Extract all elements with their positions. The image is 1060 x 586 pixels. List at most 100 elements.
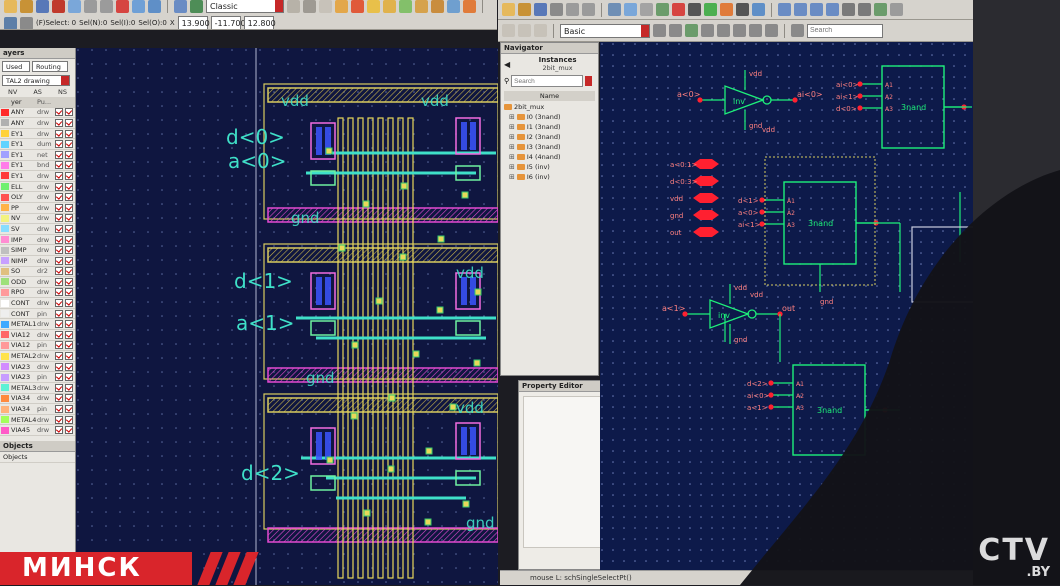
visible-checkbox[interactable]	[55, 246, 63, 255]
selectable-checkbox[interactable]	[65, 246, 73, 255]
zoom-icon[interactable]	[174, 0, 187, 13]
selectable-checkbox[interactable]	[65, 118, 73, 127]
visible-checkbox[interactable]	[55, 161, 63, 170]
properties-icon[interactable]	[148, 0, 161, 13]
selectable-checkbox[interactable]	[65, 193, 73, 202]
layer-row[interactable]: SIMP drw	[0, 245, 75, 256]
circle-icon[interactable]	[518, 24, 531, 37]
lpp-combo[interactable]: TAL2 drawing	[2, 75, 70, 86]
plot-icon[interactable]	[890, 3, 903, 16]
layer-row[interactable]: ODD drw	[0, 277, 75, 288]
tree-instance[interactable]: ⊞ I4 (4nand)	[509, 152, 595, 162]
hierarchy-icon[interactable]	[190, 0, 203, 13]
selectable-checkbox[interactable]	[65, 277, 73, 286]
layout-canvas[interactable]: d<0> a<0> d<1> a<1> d<2> vdd vdd gnd vdd gnd vdd gn…	[76, 48, 498, 585]
layer-row[interactable]: VIA12 pin	[0, 341, 75, 352]
select-icon[interactable]	[502, 24, 515, 37]
visible-checkbox[interactable]	[55, 171, 63, 180]
selectable-checkbox[interactable]	[65, 362, 73, 371]
rotate-icon[interactable]	[656, 3, 669, 16]
layer-row[interactable]: METAL2 drw	[0, 351, 75, 362]
visible-checkbox[interactable]	[55, 426, 63, 435]
delete-icon[interactable]	[116, 0, 129, 13]
layer-row[interactable]: EY1 net	[0, 150, 75, 161]
selectable-checkbox[interactable]	[65, 256, 73, 265]
visible-checkbox[interactable]	[55, 203, 63, 212]
check-save-icon[interactable]	[874, 3, 887, 16]
tree-instance[interactable]: ⊞ I1 (3nand)	[509, 122, 595, 132]
net-icon[interactable]	[669, 24, 682, 37]
tree-instance[interactable]: ⊞ I6 (inv)	[509, 172, 595, 182]
undo-icon[interactable]	[566, 3, 579, 16]
layer-row[interactable]: EY1 bnd	[0, 161, 75, 172]
layer-row[interactable]: VIA34 drw	[0, 394, 75, 405]
instance-icon[interactable]	[653, 24, 666, 37]
layer-row[interactable]: OLY drw	[0, 192, 75, 203]
grid-icon[interactable]	[319, 0, 332, 13]
schematic-workspace-combo[interactable]: Basic	[560, 23, 650, 38]
visible-checkbox[interactable]	[55, 108, 63, 117]
tree-instance[interactable]: ⊞ I3 (3nand)	[509, 142, 595, 152]
selectable-checkbox[interactable]	[65, 352, 73, 361]
visible-checkbox[interactable]	[55, 309, 63, 318]
undo-icon[interactable]	[84, 0, 97, 13]
visible-checkbox[interactable]	[55, 235, 63, 244]
symbol-icon[interactable]	[701, 24, 714, 37]
layer-row[interactable]: METAL1 drw	[0, 319, 75, 331]
selectable-checkbox[interactable]	[65, 267, 73, 276]
selectable-checkbox[interactable]	[65, 171, 73, 180]
selectable-checkbox[interactable]	[65, 288, 73, 297]
selectable-checkbox[interactable]	[65, 108, 73, 117]
selectable-checkbox[interactable]	[65, 224, 73, 233]
visible-checkbox[interactable]	[55, 288, 63, 297]
visible-checkbox[interactable]	[55, 256, 63, 265]
layer-row[interactable]: CONT drw	[0, 298, 75, 309]
new-icon[interactable]	[502, 3, 515, 16]
visible-checkbox[interactable]	[55, 118, 63, 127]
path-icon[interactable]	[367, 0, 380, 13]
gear-icon[interactable]	[4, 16, 17, 29]
as-column[interactable]: AS	[33, 88, 42, 96]
property-icon[interactable]	[717, 24, 730, 37]
visible-checkbox[interactable]	[55, 330, 63, 339]
workspace-combo[interactable]: Classic	[206, 0, 284, 13]
selectable-checkbox[interactable]	[65, 150, 73, 159]
move-icon[interactable]	[351, 0, 364, 13]
selectable-checkbox[interactable]	[65, 140, 73, 149]
visible-checkbox[interactable]	[55, 373, 63, 382]
selectable-checkbox[interactable]	[65, 373, 73, 382]
name-column-header[interactable]: Name	[504, 91, 595, 101]
check-icon[interactable]	[685, 24, 698, 37]
selectable-checkbox[interactable]	[65, 383, 73, 392]
nv-column[interactable]: NV	[8, 88, 17, 96]
netlist-icon[interactable]	[733, 24, 746, 37]
x-coordinate-field[interactable]: 13.900	[177, 16, 210, 29]
visible-checkbox[interactable]	[55, 394, 63, 403]
layer-row[interactable]: ANY drw	[0, 118, 75, 129]
visible-checkbox[interactable]	[55, 341, 63, 350]
layer-row[interactable]: SO dr2	[0, 267, 75, 278]
layer-row[interactable]: ANY drw	[0, 108, 75, 119]
bus-icon[interactable]	[752, 3, 765, 16]
layer-row[interactable]: RPO drw	[0, 288, 75, 299]
new-icon[interactable]	[4, 0, 17, 13]
label-icon[interactable]	[736, 3, 749, 16]
selectable-checkbox[interactable]	[65, 426, 73, 435]
visible-checkbox[interactable]	[55, 352, 63, 361]
y-coordinate-field[interactable]: -11.700	[210, 16, 246, 29]
copy-icon[interactable]	[624, 3, 637, 16]
arc-icon[interactable]	[534, 24, 547, 37]
visible-checkbox[interactable]	[55, 383, 63, 392]
zoom-area-icon[interactable]	[826, 3, 839, 16]
layer-row[interactable]: VIA34 pin	[0, 404, 75, 415]
open-icon[interactable]	[518, 3, 531, 16]
select-icon[interactable]	[335, 0, 348, 13]
visible-checkbox[interactable]	[55, 224, 63, 233]
print-icon[interactable]	[550, 3, 563, 16]
tree-root[interactable]: 2bit_mux	[504, 102, 595, 112]
visible-checkbox[interactable]	[55, 362, 63, 371]
layer-row[interactable]: VIA45 drw	[0, 425, 75, 436]
ascend-icon[interactable]	[858, 3, 871, 16]
visible-checkbox[interactable]	[55, 182, 63, 191]
visible-checkbox[interactable]	[55, 320, 63, 329]
